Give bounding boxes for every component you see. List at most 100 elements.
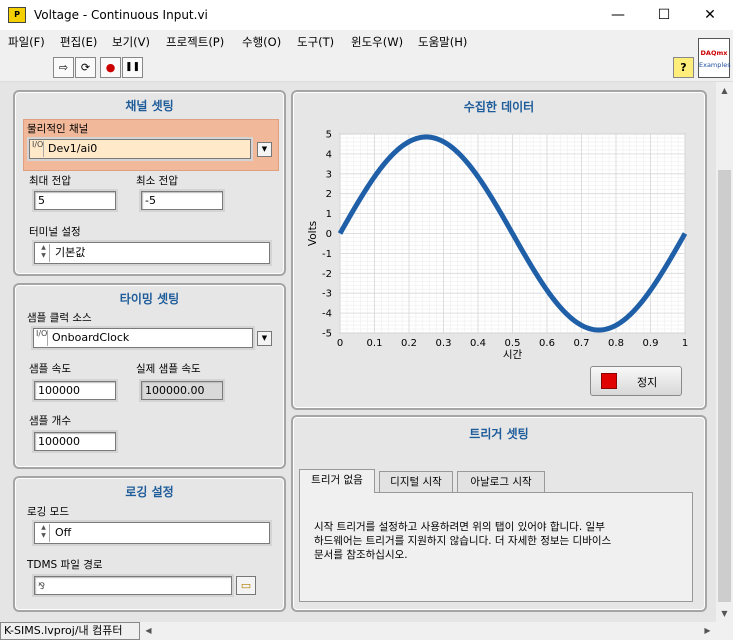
run-continuously-icon[interactable]: ⟳: [75, 57, 96, 78]
menu-operate[interactable]: 수행(O): [242, 34, 281, 50]
stop-button-label: 정지: [637, 376, 658, 389]
window-title: Voltage - Continuous Input.vi: [34, 8, 208, 22]
enum-spin-icon[interactable]: ▲ ▼: [38, 244, 50, 262]
tdms-path-label: TDMS 파일 경로: [27, 559, 103, 571]
terminal-config-value: 기본값: [55, 246, 86, 259]
physical-channel-dropdown-icon[interactable]: ▼: [257, 142, 272, 157]
sample-clock-input[interactable]: I/O OnboardClock: [33, 328, 253, 348]
x-tick-label: 0.1: [367, 338, 383, 349]
trigger-tab-content: 시작 트리거를 설정하고 사용하려면 위의 탭이 있어야 합니다. 일부 하드웨…: [299, 492, 693, 602]
pause-icon[interactable]: ❚❚: [122, 57, 143, 78]
logging-mode-label: 로깅 모드: [27, 506, 69, 518]
path-icon: ⅋: [38, 582, 46, 592]
toolbar: ⇨ ⟳ ● ❚❚ ? DAQmx Examples: [0, 38, 733, 82]
menu-window[interactable]: 윈도우(W): [351, 34, 403, 50]
y-axis-label: Volts: [307, 221, 319, 246]
x-tick-label: 0.3: [436, 338, 452, 349]
waveform-graph: 0 0.1 0.2 0.3 0.4 0.5 0.6 0.7 0.8 0.9 1 5 4 3 2 1 0 -1 -2 -…: [307, 130, 688, 362]
terminal-config-label: 터미널 설정: [29, 226, 81, 238]
menu-edit[interactable]: 편집(E): [60, 34, 97, 50]
scroll-right-icon[interactable]: ▶: [699, 622, 716, 640]
channel-settings-title: 채널 셋팅: [125, 99, 174, 113]
max-voltage-field[interactable]: 5: [34, 191, 116, 210]
trigger-settings-box: 트리거 셋팅 트리거 없음 디지털 시작 아날로그 시작 시작 트리거를 설정하…: [291, 415, 707, 612]
x-tick-label: 0.8: [608, 338, 624, 349]
trigger-message-line-2: 하드웨어는 트리거를 지원하지 않습니다. 더 자세한 정보는 디바이스: [314, 535, 612, 547]
sample-clock-value: OnboardClock: [52, 331, 130, 344]
minimize-button[interactable]: —: [595, 0, 641, 30]
context-help-icon[interactable]: ?: [673, 57, 694, 78]
trigger-message: 시작 트리거를 설정하고 사용하려면 위의 탭이 있어야 합니다. 일부 하드웨…: [314, 520, 611, 562]
stop-indicator-icon: [601, 373, 617, 389]
front-panel: 채널 셋팅 물리적인 채널 I/O Dev1/ai0 ▼ 최대 전압 5 최소 …: [0, 82, 716, 622]
x-tick-label: 1: [682, 338, 688, 349]
y-tick-label: -3: [322, 289, 332, 300]
sample-rate-field[interactable]: 100000: [34, 381, 116, 400]
x-tick-label: 0.9: [643, 338, 659, 349]
logging-mode-value: Off: [55, 526, 72, 539]
daqmx-badge-top: DAQmx: [700, 49, 728, 57]
actual-sample-rate-indicator: 100000.00: [141, 381, 223, 400]
tab-digital-start[interactable]: 디지털 시작: [379, 471, 453, 493]
status-bar-project: K-SIMS.lvproj/내 컴퓨터: [0, 622, 140, 640]
menu-file[interactable]: 파일(F): [8, 34, 45, 50]
close-button[interactable]: ✕: [687, 0, 733, 30]
sample-count-field[interactable]: 100000: [34, 432, 116, 451]
scroll-down-icon[interactable]: ▼: [716, 605, 733, 622]
channel-settings-box: 채널 셋팅 물리적인 채널 I/O Dev1/ai0 ▼ 최대 전압 5 최소 …: [13, 90, 286, 276]
io-name-icon: I/O: [32, 141, 44, 157]
title-bar: P Voltage - Continuous Input.vi — ☐ ✕: [0, 0, 733, 30]
x-tick-label: 0.2: [401, 338, 417, 349]
y-tick-label: 0: [326, 229, 332, 240]
stop-button[interactable]: 정지: [590, 366, 682, 396]
graph-box: 수집한 데이터 0 0.1 0.2 0.3 0.4 0.5 0.6 0.7 0.8 0.9 1 5 4 3…: [291, 90, 707, 410]
logging-settings-box: 로깅 설정 로깅 모드 ▲ ▼ Off TDMS 파일 경로 ⅋ ▭: [13, 476, 286, 612]
enum-spin-icon[interactable]: ▲ ▼: [38, 524, 50, 542]
y-tick-label: -1: [322, 249, 332, 260]
browse-folder-icon[interactable]: ▭: [236, 576, 256, 595]
sample-clock-label: 샘플 클럭 소스: [27, 312, 92, 324]
physical-channel-label: 물리적인 채널: [27, 123, 89, 135]
max-voltage-label: 최대 전압: [29, 175, 71, 187]
y-tick-label: -5: [322, 329, 332, 340]
actual-sample-rate-label: 실제 샘플 속도: [136, 363, 201, 375]
tdms-path-field[interactable]: ⅋: [34, 576, 232, 595]
vertical-scrollbar[interactable]: ▲ ▼: [716, 82, 733, 622]
logging-mode-select[interactable]: ▲ ▼ Off: [34, 522, 270, 544]
timing-settings-box: 타이밍 셋팅 샘플 클럭 소스 I/O OnboardClock ▼ 샘플 속도…: [13, 283, 286, 469]
daqmx-example-badge: DAQmx Examples: [698, 38, 731, 78]
y-tick-label: 5: [326, 130, 332, 141]
abort-icon[interactable]: ●: [100, 57, 121, 78]
x-axis-label: 시간: [503, 349, 523, 361]
y-tick-label: -2: [322, 269, 332, 280]
physical-channel-input[interactable]: I/O Dev1/ai0: [29, 139, 251, 159]
menu-help[interactable]: 도움말(H): [418, 34, 467, 50]
daqmx-badge-bottom: Examples: [699, 61, 731, 69]
menu-tools[interactable]: 도구(T): [297, 34, 334, 50]
sample-clock-dropdown-icon[interactable]: ▼: [257, 331, 272, 346]
min-voltage-label: 최소 전압: [136, 175, 178, 187]
trigger-settings-title: 트리거 셋팅: [469, 427, 529, 441]
vertical-scroll-thumb[interactable]: [718, 170, 731, 602]
menu-view[interactable]: 보기(V): [112, 34, 150, 50]
scroll-up-icon[interactable]: ▲: [716, 82, 733, 99]
x-tick-label: 0.5: [505, 338, 521, 349]
horizontal-scrollbar[interactable]: ◀ ▶: [140, 622, 716, 640]
y-tick-label: 3: [326, 169, 332, 180]
menu-bar: 파일(F) 편집(E) 보기(V) 프로젝트(P) 수행(O) 도구(T) 윈도…: [0, 30, 733, 52]
min-voltage-field[interactable]: -5: [141, 191, 223, 210]
x-tick-label: 0: [337, 338, 343, 349]
sample-count-label: 샘플 개수: [29, 415, 71, 427]
scroll-left-icon[interactable]: ◀: [140, 622, 157, 640]
y-tick-label: 1: [326, 209, 332, 220]
sample-rate-label: 샘플 속도: [29, 363, 71, 375]
y-tick-label: 2: [326, 189, 332, 200]
tab-no-trigger[interactable]: 트리거 없음: [299, 469, 375, 493]
terminal-config-select[interactable]: ▲ ▼ 기본값: [34, 242, 270, 264]
tab-analog-start[interactable]: 아날로그 시작: [457, 471, 545, 493]
x-tick-label: 0.7: [574, 338, 590, 349]
trigger-message-line-1: 시작 트리거를 설정하고 사용하려면 위의 탭이 있어야 합니다. 일부: [314, 521, 605, 533]
run-icon[interactable]: ⇨: [53, 57, 74, 78]
maximize-button[interactable]: ☐: [641, 0, 687, 30]
menu-project[interactable]: 프로젝트(P): [166, 34, 224, 50]
